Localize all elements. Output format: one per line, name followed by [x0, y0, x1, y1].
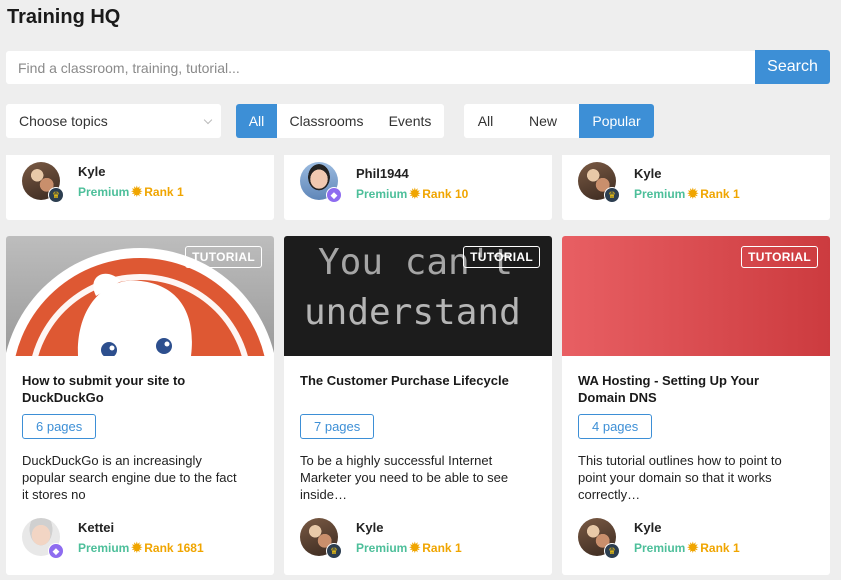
type-filter-classrooms[interactable]: Classrooms: [277, 104, 376, 138]
crown-icon: ♛: [604, 187, 620, 203]
crown-icon: ♛: [326, 543, 342, 559]
rank-label: Rank 10: [422, 187, 469, 201]
rank-label: Rank 1: [700, 541, 740, 555]
author-status: Premium ✹ Rank 1: [356, 540, 462, 556]
sort-filter: All New Popular: [464, 104, 654, 138]
membership-label: Premium: [634, 187, 686, 201]
tutorial-thumbnail[interactable]: TUTORIAL: [562, 236, 830, 356]
author-status: Premium ✹ Rank 10: [356, 186, 468, 202]
author-status: Premium ✹ Rank 1: [78, 184, 184, 200]
avatar[interactable]: ♛: [578, 518, 620, 559]
avatar[interactable]: ◆: [22, 518, 64, 559]
search-button[interactable]: Search: [755, 50, 830, 84]
pages-button[interactable]: 4 pages: [578, 414, 653, 439]
tutorial-thumbnail[interactable]: TUTORIAL: [6, 236, 274, 356]
sun-icon: ✹: [131, 540, 143, 555]
topics-dropdown-label: Choose topics: [19, 113, 108, 129]
tutorial-card[interactable]: TUTORIAL WA Hosting - Setting Up Your Do…: [562, 236, 830, 575]
card-title[interactable]: WA Hosting - Setting Up Your Domain DNS: [578, 372, 803, 406]
membership-label: Premium: [78, 541, 130, 555]
tutorial-card[interactable]: TUTORIAL How to submit your site to Duck…: [6, 236, 274, 575]
top-card[interactable]: ♛ Kyle Premium ✹ Rank 1: [562, 155, 830, 220]
tutorial-thumbnail[interactable]: You can't understand TUTORIAL: [284, 236, 552, 356]
author-name[interactable]: Kyle: [634, 166, 661, 181]
sun-icon: ✹: [131, 184, 143, 199]
card-title[interactable]: The Customer Purchase Lifecycle: [300, 372, 525, 389]
avatar[interactable]: ♛: [22, 162, 64, 203]
crown-icon: ♛: [48, 187, 64, 203]
tutorial-card[interactable]: You can't understand TUTORIAL The Custom…: [284, 236, 552, 575]
top-card[interactable]: ◆ Phil1944 Premium ✹ Rank 10: [284, 155, 552, 220]
tutorial-tag: TUTORIAL: [741, 246, 818, 268]
search-input[interactable]: [6, 51, 755, 84]
rank-label: Rank 1: [422, 541, 462, 555]
author-status: Premium ✹ Rank 1: [634, 186, 740, 202]
rank-label: Rank 1: [144, 185, 184, 199]
card-title[interactable]: How to submit your site to DuckDuckGo: [22, 372, 247, 406]
type-filter: All Classrooms Events: [236, 104, 444, 138]
sun-icon: ✹: [409, 540, 421, 555]
tutorial-tag: TUTORIAL: [463, 246, 540, 268]
author-name[interactable]: Kyle: [634, 520, 661, 535]
author-name[interactable]: Kyle: [356, 520, 383, 535]
type-filter-events[interactable]: Events: [376, 104, 444, 138]
author-name[interactable]: Kyle: [78, 164, 105, 179]
membership-label: Premium: [356, 187, 408, 201]
rank-label: Rank 1681: [144, 541, 204, 555]
sun-icon: ✹: [687, 186, 699, 201]
membership-label: Premium: [634, 541, 686, 555]
author-name[interactable]: Kettei: [78, 520, 114, 535]
page-title: Training HQ: [7, 6, 121, 28]
author-name[interactable]: Phil1944: [356, 166, 409, 181]
membership-label: Premium: [356, 541, 408, 555]
sort-filter-new[interactable]: New: [507, 104, 579, 138]
sun-icon: ✹: [409, 186, 421, 201]
card-description: DuckDuckGo is an increasingly popular se…: [22, 453, 237, 502]
rank-label: Rank 1: [700, 187, 740, 201]
membership-label: Premium: [78, 185, 130, 199]
type-filter-all[interactable]: All: [236, 104, 277, 138]
topics-dropdown[interactable]: Choose topics: [6, 104, 221, 138]
author-status: Premium ✹ Rank 1: [634, 540, 740, 556]
avatar[interactable]: ♛: [578, 162, 620, 203]
avatar[interactable]: ◆: [300, 162, 342, 203]
crown-icon: ♛: [604, 543, 620, 559]
author-status: Premium ✹ Rank 1681: [78, 540, 204, 556]
pages-button[interactable]: 7 pages: [300, 414, 375, 439]
chevron-down-icon: [203, 115, 213, 125]
sort-filter-popular[interactable]: Popular: [579, 104, 654, 138]
avatar[interactable]: ♛: [300, 518, 342, 559]
card-description: To be a highly successful Internet Marke…: [300, 453, 509, 502]
pages-button[interactable]: 6 pages: [22, 414, 97, 439]
gem-icon: ◆: [48, 543, 64, 559]
sort-filter-all[interactable]: All: [464, 104, 507, 138]
gem-icon: ◆: [326, 187, 342, 203]
sun-icon: ✹: [687, 540, 699, 555]
card-description: This tutorial outlines how to point to p…: [578, 453, 782, 502]
top-card[interactable]: ♛ Kyle Premium ✹ Rank 1: [6, 155, 274, 220]
chalkboard-line-2: understand: [304, 292, 521, 333]
tutorial-tag: TUTORIAL: [185, 246, 262, 268]
